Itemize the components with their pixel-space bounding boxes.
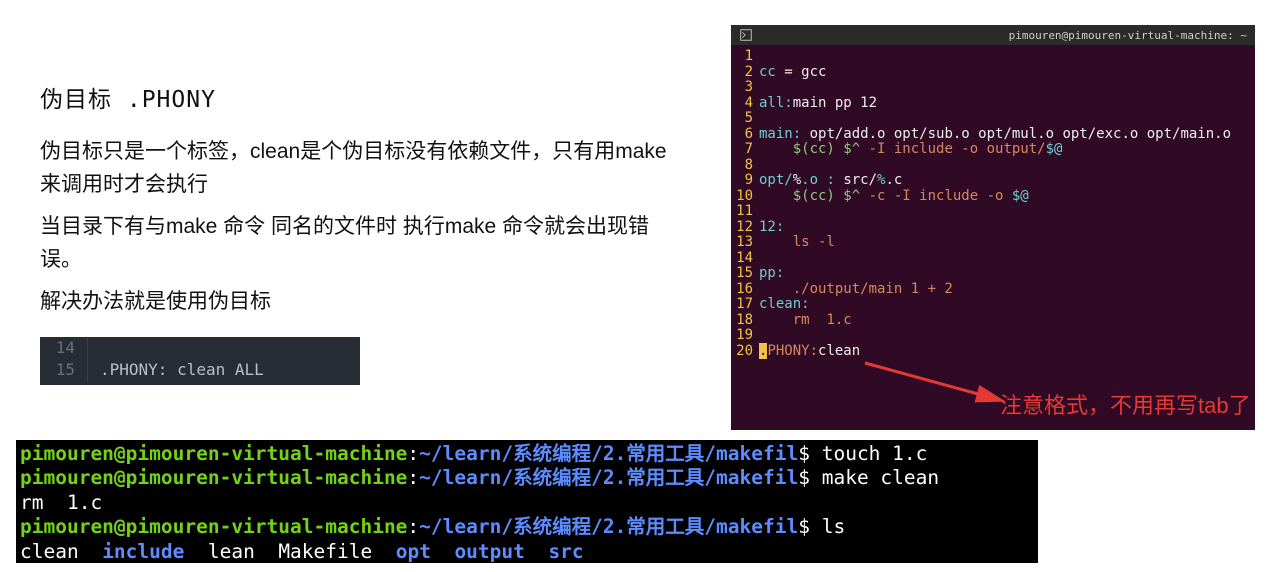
editor-body: 1 2cc = gcc 3 4all:main pp 12 5 6main: o… (731, 45, 1255, 359)
snippet-line-14: 14 (40, 337, 360, 359)
terminal-icon (739, 28, 753, 42)
paragraph-3: 解决办法就是使用伪目标 (40, 286, 680, 319)
editor-titlebar: pimouren@pimouren-virtual-machine: ~ (731, 25, 1255, 45)
snippet-box: 14 15 .PHONY: clean ALL (40, 337, 360, 385)
paragraph-2: 当目录下有与make 命令 同名的文件时 执行make 命令就会出现错误。 (40, 211, 680, 276)
snippet-text-15: .PHONY: clean ALL (88, 359, 264, 381)
terminal-output: pimouren@pimouren-virtual-machine:~/lear… (16, 440, 1038, 563)
snippet-lineno-15: 15 (40, 359, 88, 381)
snippet-lineno-14: 14 (40, 337, 88, 359)
paragraph-1: 伪目标只是一个标签，clean是个伪目标没有依赖文件，只有用make来调用时才会… (40, 136, 680, 201)
editor-titlebar-text: pimouren@pimouren-virtual-machine: ~ (1009, 29, 1247, 42)
snippet-line-15: 15 .PHONY: clean ALL (40, 359, 360, 381)
red-annotation: 注意格式，不用再写tab了 (1000, 388, 1251, 420)
section-title: 伪目标 .PHONY (40, 80, 680, 114)
arrow-icon (860, 358, 1020, 418)
explanation-column: 伪目标 .PHONY 伪目标只是一个标签，clean是个伪目标没有依赖文件，只有… (40, 80, 680, 385)
